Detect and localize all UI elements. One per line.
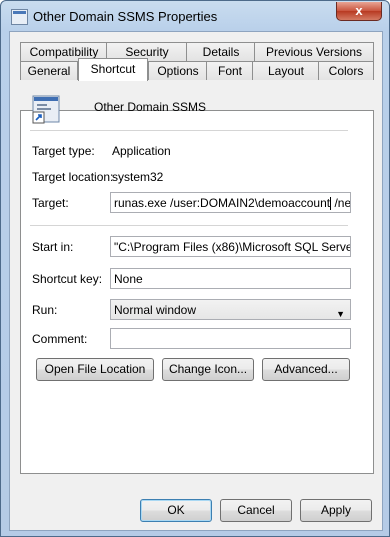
tab-layout[interactable]: Layout bbox=[252, 61, 320, 80]
target-field[interactable]: runas.exe /user:DOMAIN2\demoaccount /net… bbox=[110, 192, 351, 213]
window-icon bbox=[11, 9, 28, 25]
target-location-label: Target location: bbox=[32, 170, 114, 184]
shortcut-name: Other Domain SSMS bbox=[94, 100, 207, 114]
target-text-before-caret: runas.exe /user:DOMAIN2\demoaccount bbox=[114, 196, 331, 210]
open-file-location-button[interactable]: Open File Location bbox=[36, 358, 154, 381]
run-select[interactable]: Normal window ▼ bbox=[110, 299, 351, 320]
shortcut-key-label: Shortcut key: bbox=[32, 272, 103, 286]
target-text-after-caret: /netonl bbox=[334, 196, 351, 210]
tab-colors[interactable]: Colors bbox=[318, 61, 374, 80]
dialog-client: Compatibility Security Details Previous … bbox=[9, 31, 383, 531]
target-type-value: Application bbox=[112, 144, 171, 158]
cancel-button[interactable]: Cancel bbox=[220, 499, 292, 522]
advanced-button[interactable]: Advanced... bbox=[262, 358, 350, 381]
close-button[interactable]: x bbox=[336, 2, 382, 21]
run-label: Run: bbox=[32, 303, 58, 317]
target-type-label: Target type: bbox=[32, 144, 95, 158]
divider bbox=[30, 225, 348, 226]
shortcut-panel bbox=[20, 110, 374, 474]
shortcut-key-field[interactable]: None bbox=[110, 268, 351, 289]
comment-field[interactable] bbox=[110, 328, 351, 349]
start-in-label: Start in: bbox=[32, 240, 74, 254]
window-title: Other Domain SSMS Properties bbox=[33, 9, 218, 24]
comment-label: Comment: bbox=[32, 332, 88, 346]
tab-previous-versions[interactable]: Previous Versions bbox=[254, 42, 374, 61]
ok-button[interactable]: OK bbox=[140, 499, 212, 522]
change-icon-button[interactable]: Change Icon... bbox=[162, 358, 254, 381]
tab-options[interactable]: Options bbox=[148, 61, 208, 80]
apply-button[interactable]: Apply bbox=[300, 499, 372, 522]
start-in-field[interactable]: "C:\Program Files (x86)\Microsoft SQL Se… bbox=[110, 236, 351, 257]
properties-window: Other Domain SSMS Properties x Compatibi… bbox=[0, 0, 390, 537]
divider bbox=[30, 130, 348, 131]
target-location-value: system32 bbox=[112, 170, 164, 184]
tab-details[interactable]: Details bbox=[186, 42, 256, 61]
target-label: Target: bbox=[32, 196, 69, 210]
title-bar[interactable]: Other Domain SSMS Properties x bbox=[1, 1, 389, 31]
tab-general[interactable]: General bbox=[20, 61, 78, 80]
tab-font[interactable]: Font bbox=[206, 61, 254, 80]
application-icon bbox=[32, 95, 60, 124]
tab-shortcut[interactable]: Shortcut bbox=[78, 58, 148, 81]
chevron-down-icon: ▼ bbox=[336, 309, 345, 319]
run-selected-value: Normal window bbox=[114, 303, 197, 317]
